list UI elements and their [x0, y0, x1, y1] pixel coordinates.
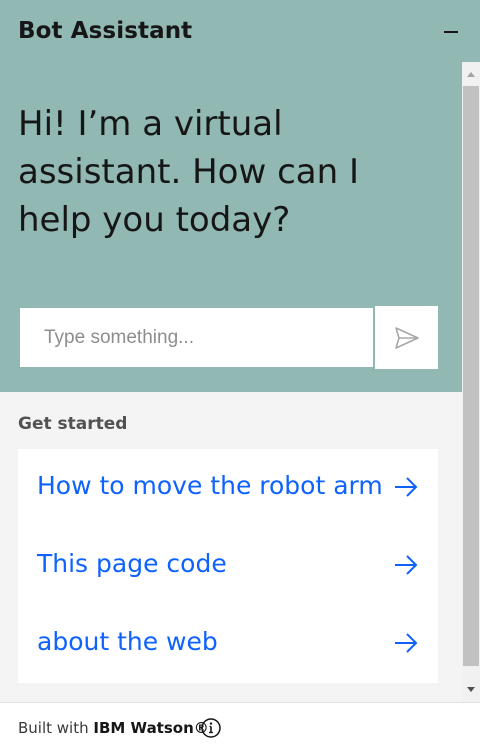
chat-scroll-area[interactable]: Hi! I’m a virtual assistant. How can I h… [0, 62, 462, 702]
info-button[interactable] [200, 717, 222, 739]
suggestion-label: This page code [37, 549, 227, 578]
built-with-label: Built with [18, 719, 89, 737]
suggestion-list: How to move the robot arm This page code… [18, 449, 438, 683]
chat-title: Bot Assistant [18, 18, 193, 44]
suggestion-label: How to move the robot arm [37, 471, 383, 500]
information-icon [201, 718, 221, 738]
scrollbar-thumb[interactable] [463, 86, 479, 666]
built-with-text: Built with IBM Watson® [18, 719, 209, 737]
chat-widget: Bot Assistant Hi! I’m a virtual assistan… [0, 0, 480, 748]
message-input-box [18, 306, 375, 369]
minimize-button[interactable] [438, 18, 466, 46]
vertical-scrollbar[interactable] [462, 62, 480, 702]
suggestion-item[interactable]: This page code [18, 527, 438, 605]
get-started-heading: Get started [18, 414, 128, 434]
chat-header: Bot Assistant [0, 0, 480, 62]
send-button[interactable] [376, 306, 438, 369]
message-composer [18, 306, 438, 369]
arrow-right-icon [395, 477, 418, 497]
suggestion-item[interactable]: about the web [18, 605, 438, 683]
welcome-panel: Hi! I’m a virtual assistant. How can I h… [0, 62, 462, 392]
suggestion-label: about the web [37, 627, 218, 656]
scroll-down-icon [467, 687, 475, 692]
message-input[interactable] [22, 310, 371, 365]
suggestion-item[interactable]: How to move the robot arm [18, 449, 438, 527]
scroll-up-button[interactable] [462, 62, 480, 86]
chat-footer: Built with IBM Watson® [0, 702, 480, 748]
greeting-message: Hi! I’m a virtual assistant. How can I h… [18, 104, 359, 240]
minimize-icon [444, 31, 458, 33]
arrow-right-icon [395, 555, 418, 575]
brand-name: IBM Watson® [93, 719, 209, 737]
scroll-up-icon [467, 72, 475, 77]
send-icon [395, 326, 419, 349]
scroll-down-button[interactable] [462, 678, 480, 702]
arrow-right-icon [395, 633, 418, 653]
